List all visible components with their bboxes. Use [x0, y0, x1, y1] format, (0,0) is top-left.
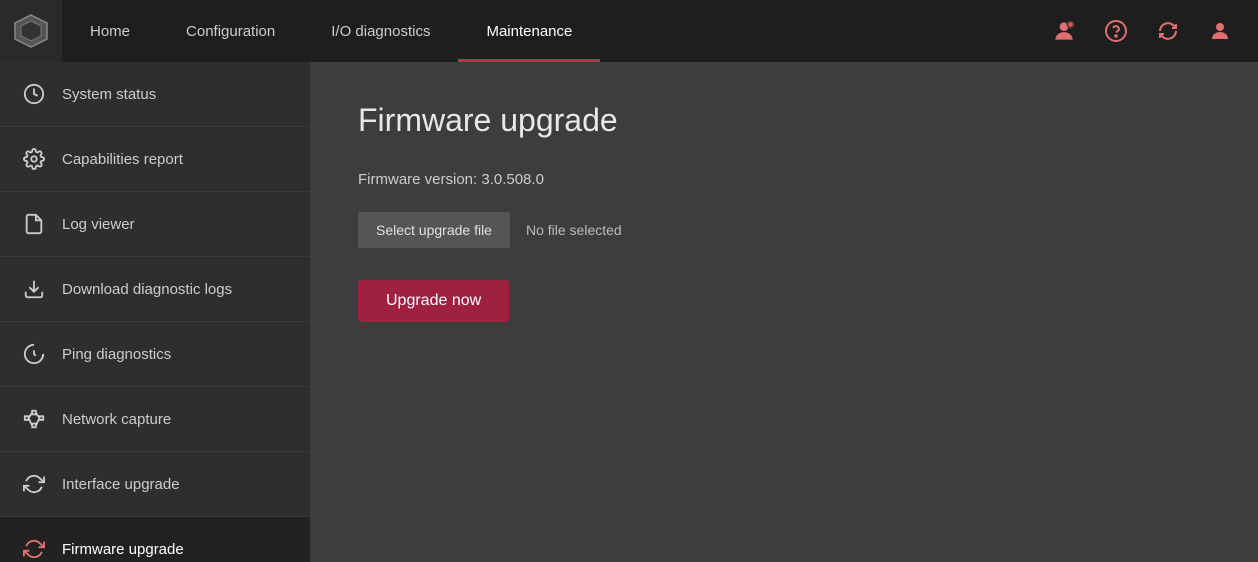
nav-home[interactable]: Home — [62, 0, 158, 62]
sidebar-item-interface-upgrade[interactable]: Interface upgrade — [0, 452, 310, 517]
sidebar-item-log-viewer[interactable]: Log viewer — [0, 192, 310, 257]
sidebar-item-firmware-upgrade[interactable]: Firmware upgrade — [0, 517, 310, 562]
main-content-area: Firmware upgrade Firmware version: 3.0.5… — [310, 62, 1258, 562]
upgrade-icon — [20, 470, 48, 498]
file-icon — [20, 210, 48, 238]
no-file-selected-text: No file selected — [526, 222, 622, 238]
nav-configuration[interactable]: Configuration — [158, 0, 303, 62]
ping-icon — [20, 340, 48, 368]
app-logo — [0, 0, 62, 62]
page-title: Firmware upgrade — [358, 102, 1210, 139]
sidebar-item-network-capture[interactable]: Network capture — [0, 387, 310, 452]
network-icon — [20, 405, 48, 433]
nav-io-diagnostics[interactable]: I/O diagnostics — [303, 0, 458, 62]
file-select-row: Select upgrade file No file selected — [358, 212, 1210, 248]
help-icon[interactable] — [1094, 9, 1138, 53]
sidebar: System status Capabilities report Log vi… — [0, 62, 310, 562]
sidebar-item-ping-diagnostics[interactable]: Ping diagnostics — [0, 322, 310, 387]
refresh-icon[interactable] — [1146, 9, 1190, 53]
account-icon[interactable] — [1198, 9, 1242, 53]
user-status-icon[interactable] — [1042, 9, 1086, 53]
topnav-icon-group — [1042, 9, 1258, 53]
sidebar-item-system-status[interactable]: System status — [0, 62, 310, 127]
download-icon — [20, 275, 48, 303]
firmware-version-label: Firmware version: 3.0.508.0 — [358, 171, 1210, 188]
upgrade-now-button[interactable]: Upgrade now — [358, 280, 509, 322]
system-status-icon — [20, 80, 48, 108]
main-layout: System status Capabilities report Log vi… — [0, 62, 1258, 562]
sidebar-item-download-diagnostic-logs[interactable]: Download diagnostic logs — [0, 257, 310, 322]
gear-icon — [20, 145, 48, 173]
nav-links: Home Configuration I/O diagnostics Maint… — [62, 0, 1042, 62]
nav-maintenance[interactable]: Maintenance — [458, 0, 600, 62]
top-navigation: Home Configuration I/O diagnostics Maint… — [0, 0, 1258, 62]
firmware-icon — [20, 535, 48, 562]
select-upgrade-file-button[interactable]: Select upgrade file — [358, 212, 510, 248]
sidebar-item-capabilities-report[interactable]: Capabilities report — [0, 127, 310, 192]
